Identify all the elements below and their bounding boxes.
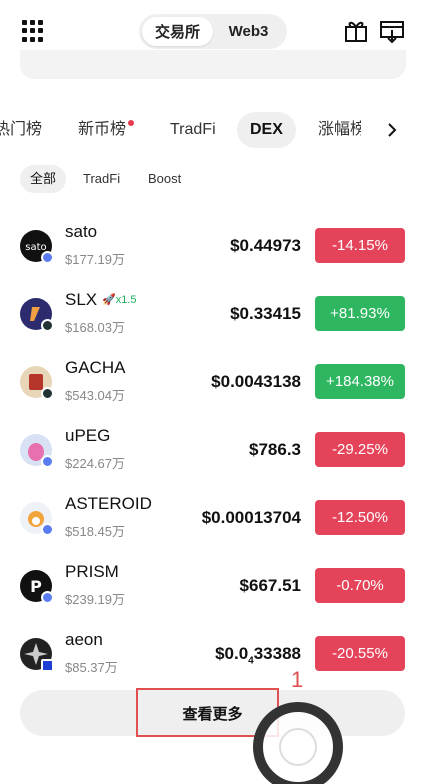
token-price: $0.33415 — [230, 304, 301, 323]
token-price: $0.0043138 — [211, 372, 301, 391]
change-badge: +81.93% — [315, 296, 405, 331]
token-volume: $239.19万 — [65, 592, 125, 607]
token-price: $667.51 — [239, 576, 301, 595]
token-row[interactable]: SLX 🚀x1.5 $168.03万 $0.33415 +81.93% — [0, 290, 427, 342]
boost-multiplier: x1.5 — [115, 294, 137, 306]
price-suffix: 33388 — [253, 644, 301, 663]
eth-chain-icon — [41, 251, 54, 264]
gift-icon[interactable] — [343, 18, 369, 44]
token-volume: $518.45万 — [65, 524, 125, 539]
token-row[interactable]: P PRISM $239.19万 $667.51 -0.70% — [0, 562, 427, 614]
token-volume: $177.19万 — [65, 252, 125, 267]
grid-menu-icon[interactable] — [22, 20, 44, 42]
new-badge-dot — [128, 120, 134, 126]
token-name: SLX — [65, 290, 98, 309]
floating-action-button[interactable] — [253, 702, 343, 784]
tab-hot[interactable]: 热门榜 — [0, 112, 42, 148]
token-price: $0.00013704 — [201, 508, 301, 527]
subtab-boost[interactable]: Boost — [148, 165, 181, 193]
token-name: aeon — [65, 630, 103, 649]
tab-gainers[interactable]: 涨幅榜 — [318, 112, 361, 148]
token-volume: $85.37万 — [65, 660, 118, 675]
ranking-tabs: 热门榜 新币榜 TradFi DEX 涨幅榜 — [0, 112, 427, 148]
token-row[interactable]: sato sato $177.19万 $0.44973 -14.15% — [0, 222, 427, 274]
solana-chain-icon — [41, 319, 54, 332]
change-badge: -29.25% — [315, 432, 405, 467]
eth-chain-icon — [41, 591, 54, 604]
solana-chain-icon — [41, 387, 54, 400]
download-icon[interactable] — [379, 18, 405, 44]
mode-switch: 交易所 Web3 — [139, 14, 287, 49]
change-badge: -0.70% — [315, 568, 405, 603]
token-price: $0.0433388 — [215, 644, 301, 666]
change-badge: +184.38% — [315, 364, 405, 399]
token-price: $0.44973 — [230, 236, 301, 255]
base-chain-icon — [41, 659, 54, 672]
eth-chain-icon — [41, 455, 54, 468]
token-row[interactable]: GACHA $543.04万 $0.0043138 +184.38% — [0, 358, 427, 410]
web3-tab[interactable]: Web3 — [213, 17, 284, 46]
boost-badge: 🚀x1.5 — [102, 293, 137, 306]
change-badge: -20.55% — [315, 636, 405, 671]
price-prefix: $0.0 — [215, 644, 249, 663]
token-price: $786.3 — [249, 440, 301, 459]
exchange-tab[interactable]: 交易所 — [142, 17, 213, 46]
token-name: ASTEROID — [65, 494, 152, 513]
token-name: uPEG — [65, 426, 111, 445]
change-badge: -12.50% — [315, 500, 405, 535]
token-volume: $224.67万 — [65, 456, 125, 471]
tab-new-coins[interactable]: 新币榜 — [78, 112, 126, 148]
banner-area — [20, 50, 406, 79]
token-name: GACHA — [65, 358, 126, 377]
token-row[interactable]: aeon $85.37万 $0.0433388 -20.55% — [0, 630, 427, 682]
token-name: sato — [65, 222, 98, 241]
annotation-number: 1 — [291, 667, 304, 692]
chevron-right-icon[interactable] — [382, 120, 402, 140]
tab-tradfi[interactable]: TradFi — [170, 112, 216, 148]
token-row[interactable]: ASTEROID $518.45万 $0.00013704 -12.50% — [0, 494, 427, 546]
eth-chain-icon — [41, 523, 54, 536]
tab-dex[interactable]: DEX — [237, 112, 296, 148]
rocket-icon: 🚀 — [102, 294, 116, 306]
svg-text:P: P — [30, 577, 42, 596]
token-volume: $168.03万 — [65, 320, 125, 335]
subtab-tradfi[interactable]: TradFi — [83, 165, 120, 193]
change-badge: -14.15% — [315, 228, 405, 263]
token-row[interactable]: uPEG $224.67万 $786.3 -29.25% — [0, 426, 427, 478]
token-name: PRISM — [65, 562, 119, 581]
fab-inner-ring — [279, 728, 317, 766]
subtab-all[interactable]: 全部 — [20, 165, 67, 193]
token-volume: $543.04万 — [65, 388, 125, 403]
top-bar: 交易所 Web3 — [0, 0, 427, 56]
